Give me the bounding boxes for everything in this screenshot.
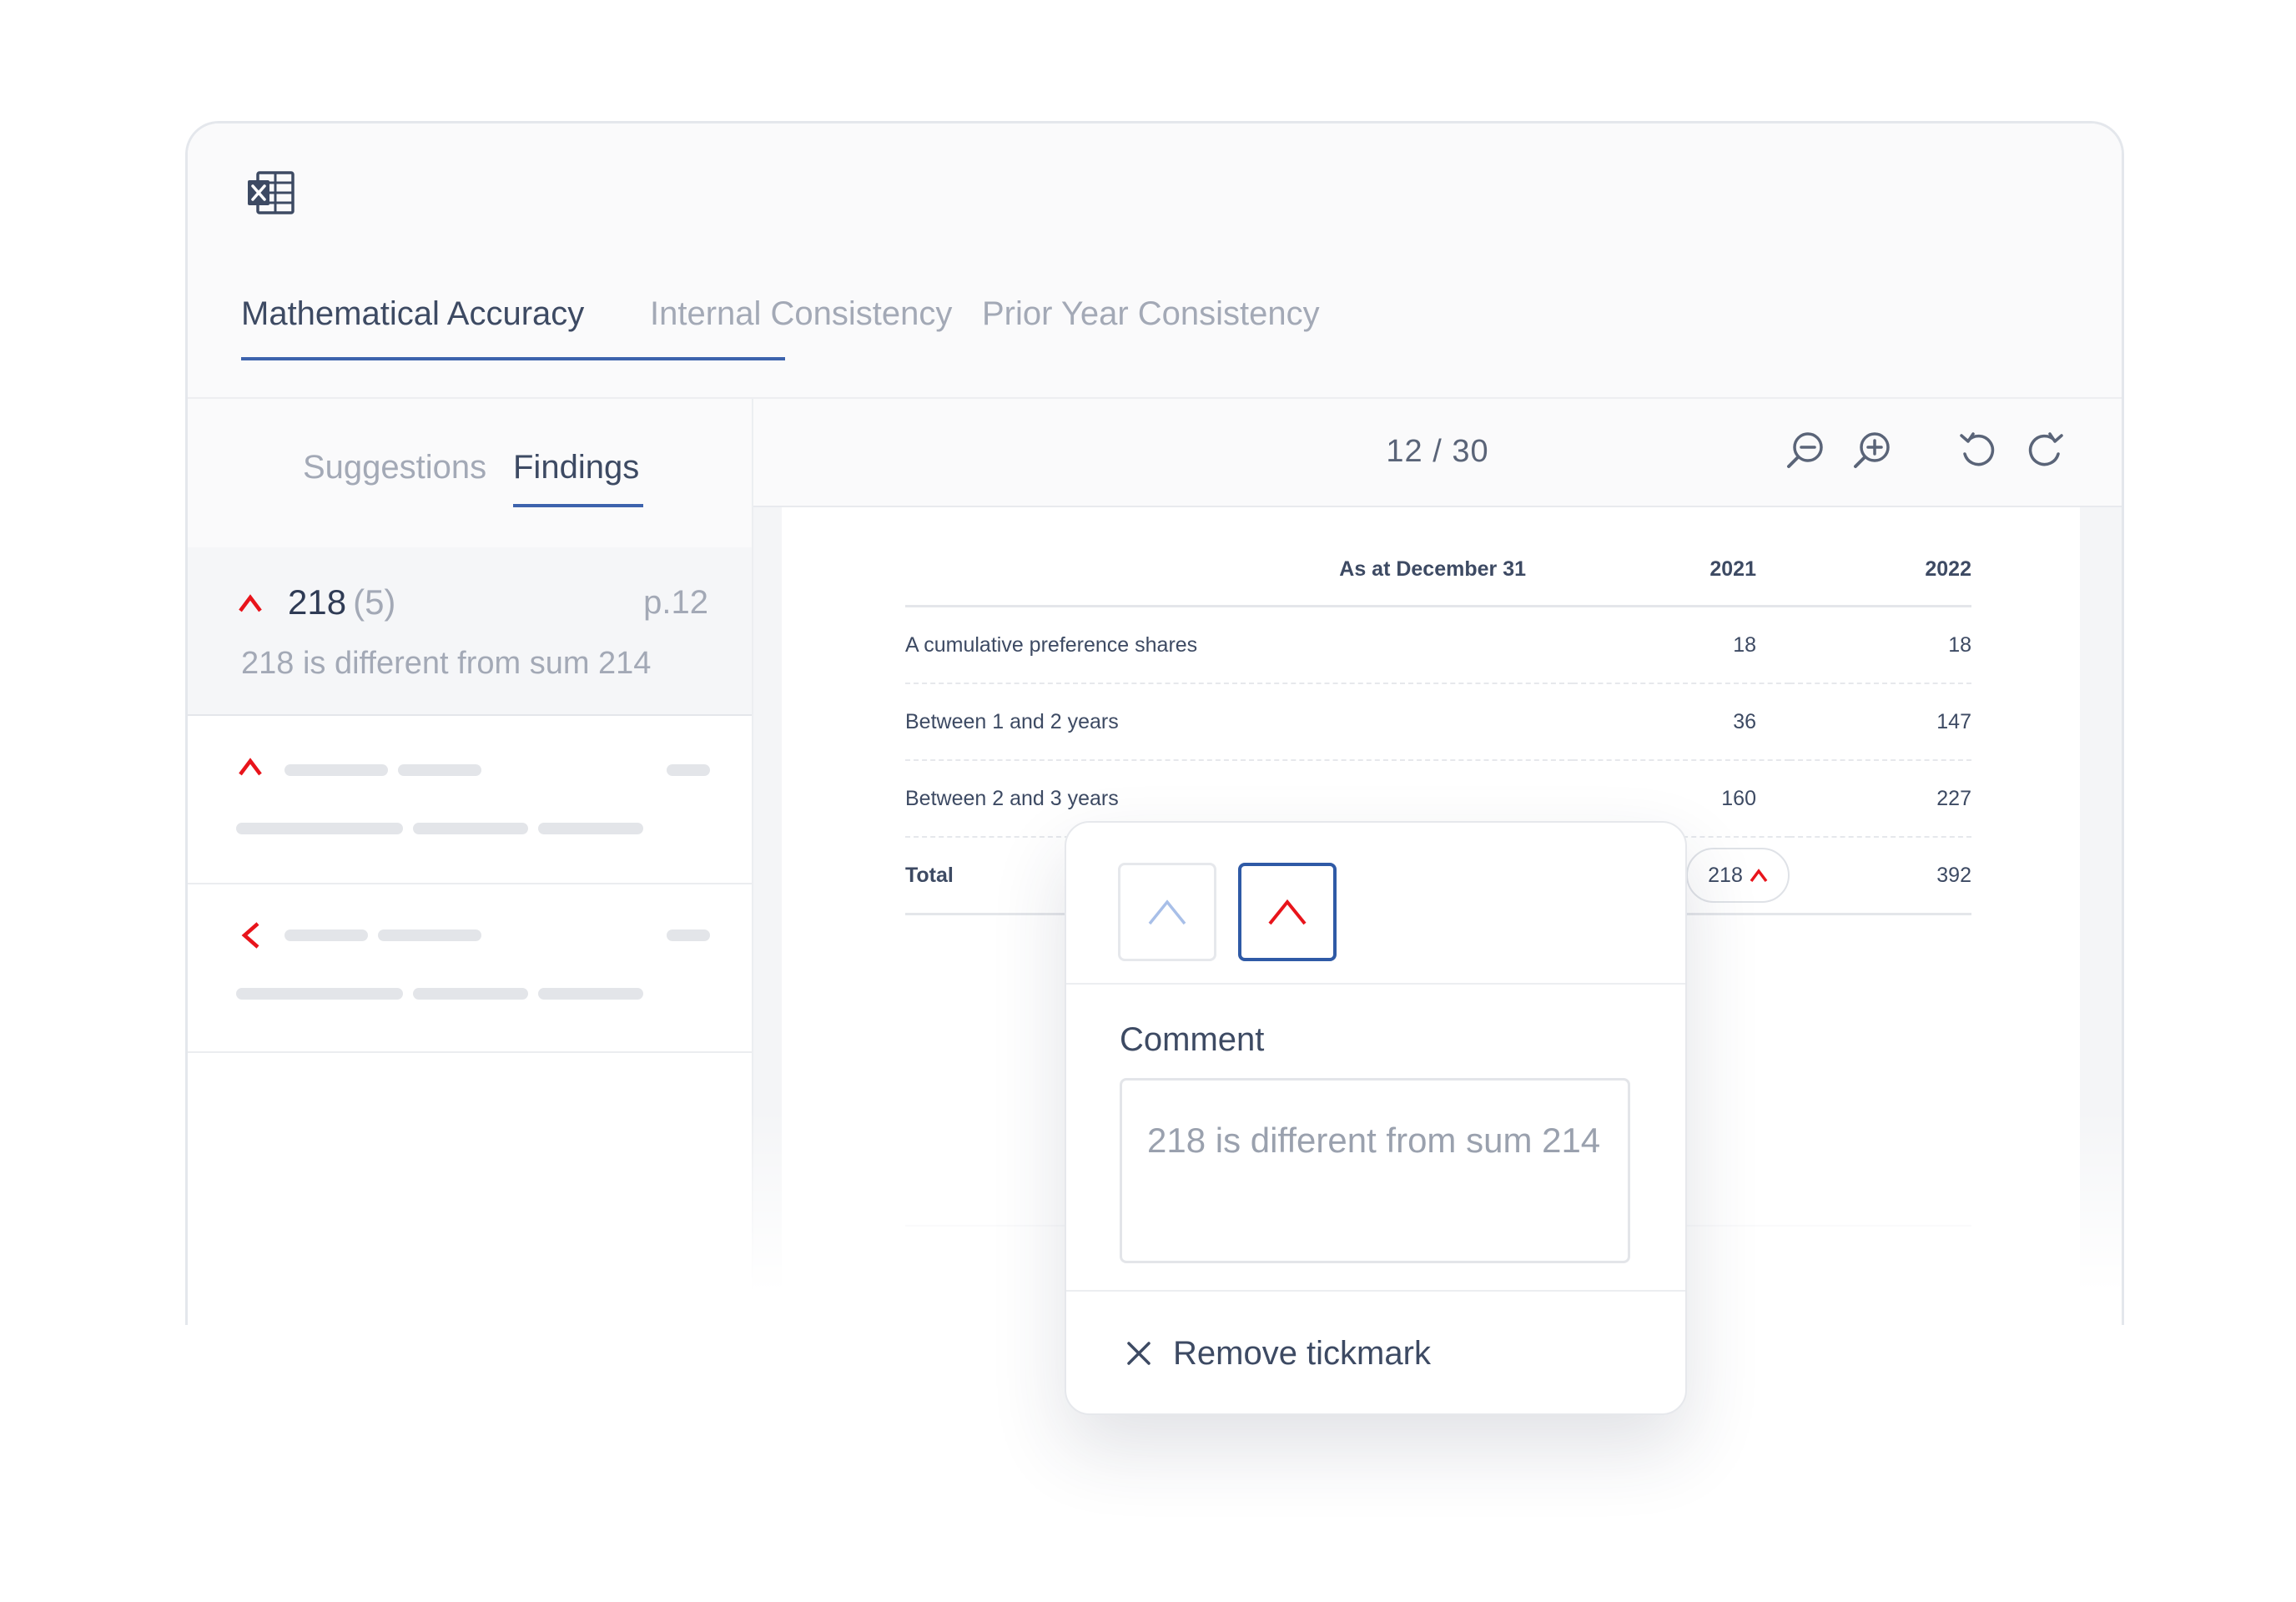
table-row: Between 1 and 2 years 36 147 bbox=[905, 683, 1971, 761]
tickmark-option-red[interactable] bbox=[1238, 863, 1337, 961]
placeholder-bar bbox=[398, 764, 481, 776]
table-row: A cumulative preference shares 18 18 bbox=[905, 606, 1971, 684]
zoom-in-icon[interactable] bbox=[1851, 429, 1895, 472]
placeholder-bar bbox=[667, 929, 710, 941]
placeholder-bar bbox=[236, 988, 403, 1000]
comment-field[interactable]: 218 is different from sum 214 bbox=[1120, 1078, 1630, 1263]
finding-item-selected[interactable]: 218 (5) p.12 218 is different from sum 21… bbox=[188, 547, 752, 716]
placeholder-bar bbox=[667, 764, 710, 776]
cell-2022[interactable]: 147 bbox=[1790, 683, 1971, 761]
placeholder-bar bbox=[236, 823, 403, 834]
tickmark-popover: Comment 218 is different from sum 214 Re… bbox=[1065, 821, 1687, 1415]
finding-item[interactable] bbox=[188, 716, 752, 884]
placeholder-bar bbox=[538, 823, 643, 834]
cell-2021[interactable]: 36 bbox=[1573, 683, 1790, 761]
placeholder-bar bbox=[413, 988, 528, 1000]
rotate-left-icon[interactable] bbox=[1956, 429, 2000, 472]
cell-2022-total[interactable]: 392 bbox=[1790, 837, 1971, 915]
cell-2022[interactable]: 18 bbox=[1790, 606, 1971, 684]
main-tabs: Mathematical Accuracy Internal Consisten… bbox=[188, 257, 2122, 399]
placeholder-bar bbox=[413, 823, 528, 834]
placeholder-bar bbox=[378, 929, 481, 941]
total-2021-value: 218 bbox=[1708, 863, 1743, 887]
popover-divider bbox=[1066, 983, 1685, 985]
viewer-toolbar: 12 / 30 bbox=[753, 399, 2122, 507]
caret-left-icon bbox=[241, 922, 259, 949]
placeholder-bar bbox=[284, 929, 368, 941]
tab-internal-consistency[interactable]: Internal Consistency bbox=[650, 295, 952, 333]
rotate-right-icon[interactable] bbox=[2023, 429, 2067, 472]
close-icon bbox=[1127, 1342, 1151, 1365]
caret-up-icon bbox=[239, 758, 262, 776]
remove-tickmark-label: Remove tickmark bbox=[1173, 1334, 1431, 1372]
header-2022: 2022 bbox=[1790, 541, 1971, 607]
finding-value: 218 (5) bbox=[288, 582, 396, 622]
caret-up-outline-icon bbox=[1148, 899, 1186, 925]
tab-findings[interactable]: Findings bbox=[513, 449, 639, 486]
remove-tickmark-button[interactable]: Remove tickmark bbox=[1125, 1328, 1431, 1378]
top-bar bbox=[188, 123, 2122, 259]
caret-up-red-icon bbox=[1268, 899, 1307, 925]
page-indicator: 12 / 30 bbox=[1386, 434, 1489, 469]
row-label: Between 1 and 2 years bbox=[905, 683, 1573, 761]
finding-page: p.12 bbox=[643, 584, 708, 621]
excel-icon[interactable] bbox=[246, 171, 295, 214]
comment-label: Comment bbox=[1120, 1021, 1265, 1058]
findings-panel: Suggestions Findings 218 (5) p.12 218 is … bbox=[188, 399, 753, 1325]
tickmark-option-outline[interactable] bbox=[1118, 863, 1216, 961]
caret-up-icon bbox=[239, 594, 262, 612]
sub-tabs: Suggestions Findings bbox=[188, 399, 752, 547]
placeholder-bar bbox=[538, 988, 643, 1000]
finding-item[interactable] bbox=[188, 884, 752, 1053]
zoom-out-icon[interactable] bbox=[1785, 429, 1828, 472]
header-2021: 2021 bbox=[1573, 541, 1790, 607]
row-label: A cumulative preference shares bbox=[905, 606, 1573, 684]
finding-count: (5) bbox=[353, 582, 396, 622]
caret-up-icon bbox=[1750, 869, 1768, 883]
active-subtab-indicator bbox=[513, 504, 643, 507]
placeholder-bar bbox=[284, 764, 388, 776]
tickmark-pill[interactable]: 218 bbox=[1686, 848, 1790, 903]
cell-2022[interactable]: 227 bbox=[1790, 760, 1971, 838]
active-tab-indicator bbox=[241, 357, 785, 360]
tab-mathematical-accuracy[interactable]: Mathematical Accuracy bbox=[241, 295, 584, 333]
header-as-at: As at December 31 bbox=[905, 541, 1573, 607]
table-header-row: As at December 31 2021 2022 bbox=[905, 541, 1971, 607]
finding-description: 218 is different from sum 214 bbox=[241, 646, 652, 681]
popover-divider bbox=[1066, 1290, 1685, 1292]
tab-prior-year-consistency[interactable]: Prior Year Consistency bbox=[982, 295, 1320, 333]
cell-2021[interactable]: 18 bbox=[1573, 606, 1790, 684]
tab-suggestions[interactable]: Suggestions bbox=[303, 449, 486, 486]
